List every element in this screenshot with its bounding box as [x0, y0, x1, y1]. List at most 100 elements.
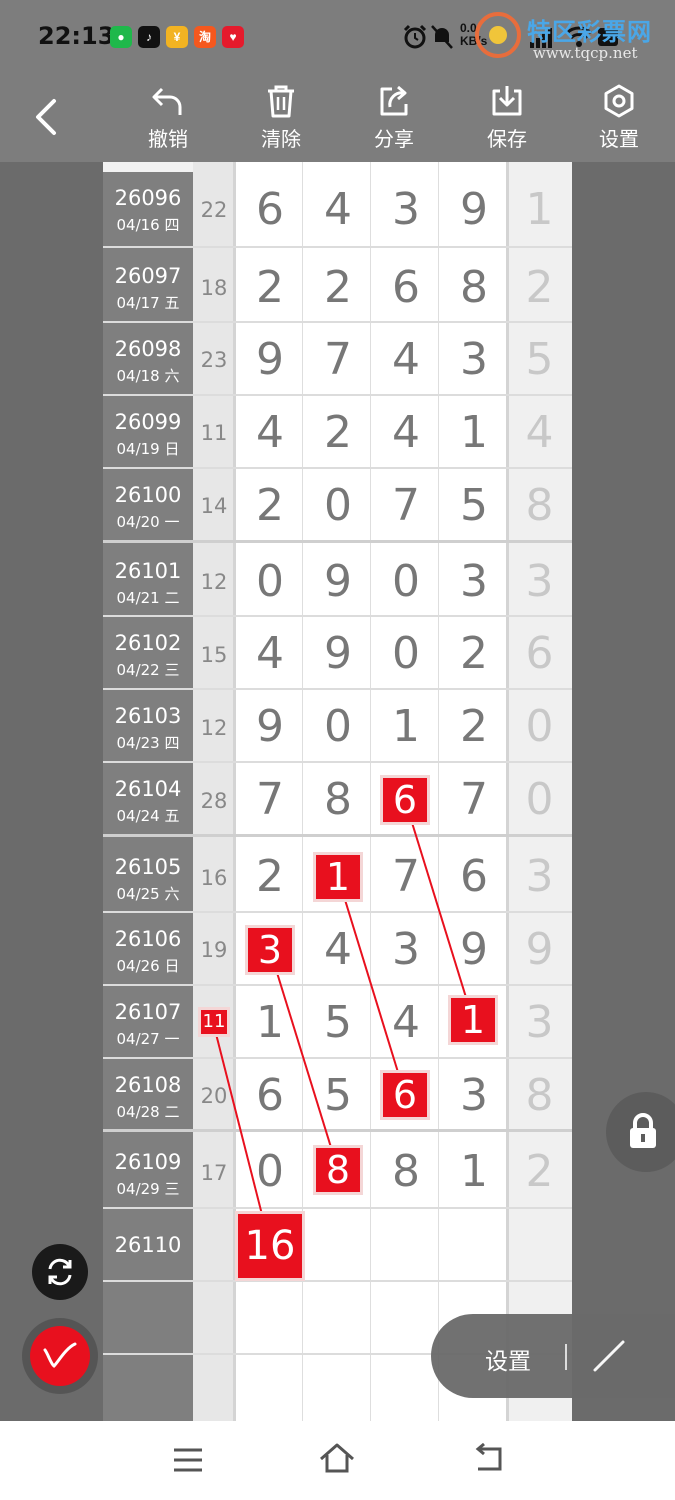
- issue-number: 26102: [114, 631, 182, 655]
- refresh-button[interactable]: [32, 1244, 88, 1300]
- digit-sum: 14: [200, 494, 228, 518]
- digit-cell: 9: [460, 184, 488, 235]
- digit-cell: 2: [460, 628, 488, 679]
- highlighted-digit[interactable]: 3: [248, 928, 292, 972]
- issue-date: 04/24 五: [116, 807, 180, 825]
- coin-app-icon: ¥: [166, 26, 188, 48]
- digit-cell: 2: [256, 262, 284, 313]
- digit-cell: 2: [324, 262, 352, 313]
- highlighted-digit[interactable]: 16: [238, 1214, 302, 1278]
- share-button[interactable]: 分享: [354, 83, 434, 155]
- table-row: 26104 04/24 五 28 7 8 0 7: [103, 763, 572, 837]
- table-row: 26100 04/20 一 14 2 0 7 5 8: [103, 469, 572, 543]
- issue-number: 26101: [114, 559, 182, 583]
- gear-icon: [604, 84, 634, 118]
- pen-tool-active: [30, 1326, 90, 1386]
- clear-button[interactable]: 清除: [241, 83, 321, 155]
- digit-cell: 1: [460, 1146, 488, 1197]
- digit-cell: 7: [392, 851, 420, 902]
- extra-cell: 5: [525, 334, 554, 385]
- extra-cell: 2: [525, 262, 554, 313]
- row-label-bg: [103, 1355, 193, 1421]
- back-button[interactable]: [28, 95, 68, 139]
- extra-cell: 3: [525, 556, 554, 607]
- clock: 22:13: [38, 22, 115, 50]
- digit-cell: 1: [460, 407, 488, 458]
- digit-cell: 7: [256, 774, 284, 825]
- table-row: 26099 04/19 日 11 4 2 4 1 4: [103, 396, 572, 469]
- issue-date: 04/26 日: [116, 957, 180, 975]
- highlighted-sum[interactable]: 11: [201, 1010, 227, 1034]
- digit-sum: 15: [200, 643, 228, 667]
- issue-number: 26108: [114, 1073, 182, 1097]
- download-icon: [492, 86, 522, 116]
- mute-icon: [431, 25, 453, 49]
- row-label-bg: [103, 1282, 193, 1353]
- digit-cell: 8: [392, 1146, 420, 1197]
- table-row: 26110: [103, 1209, 572, 1282]
- trash-icon: [268, 85, 294, 118]
- settings-button[interactable]: 设置: [579, 83, 659, 155]
- issue-date: 04/29 三: [116, 1180, 180, 1198]
- clear-label: 清除: [261, 129, 301, 151]
- issue-date: 04/27 一: [116, 1030, 180, 1048]
- highlighted-digit[interactable]: 6: [383, 778, 427, 822]
- watermark: 特区彩票网 www.tqcp.net: [475, 12, 665, 68]
- issue-number: 26107: [114, 1000, 182, 1024]
- digit-cell: 6: [460, 851, 488, 902]
- highlighted-digit[interactable]: 8: [316, 1148, 360, 1192]
- extra-cell: 9: [525, 924, 554, 975]
- lock-icon: [630, 1113, 656, 1148]
- digit-sum: 16: [200, 866, 228, 890]
- digit-sum: 17: [200, 1161, 228, 1185]
- pen-tool-button[interactable]: [22, 1318, 98, 1394]
- digit-cell: 7: [460, 774, 488, 825]
- digit-cell: 2: [256, 480, 284, 531]
- extra-cell: 0: [525, 774, 554, 825]
- table-row: 26108 04/28 二 20 6 5 3 8: [103, 1059, 572, 1132]
- share-icon: [380, 85, 408, 116]
- undo-button[interactable]: 撤销: [128, 83, 208, 155]
- issue-number: 26106: [114, 927, 182, 951]
- digit-cell: 0: [392, 628, 420, 679]
- line-tool-icon[interactable]: [591, 1338, 627, 1374]
- issue-date: 04/17 五: [116, 294, 180, 312]
- home-icon[interactable]: [318, 1441, 356, 1475]
- digit-sum: 20: [200, 1084, 228, 1108]
- undo-label: 撤销: [148, 129, 188, 151]
- highlighted-digit[interactable]: 6: [383, 1073, 427, 1117]
- digit-cell: 5: [460, 480, 488, 531]
- highlighted-digit[interactable]: 1: [451, 998, 495, 1042]
- tiktok-icon: ♪: [138, 26, 160, 48]
- digit-cell: 0: [324, 480, 352, 531]
- extra-cell: 6: [525, 628, 554, 679]
- watermark-url: www.tqcp.net: [533, 44, 638, 62]
- undo-icon: [152, 87, 182, 115]
- table-row: 26097 04/17 五 18 2 2 6 8 2: [103, 248, 572, 323]
- issue-number: 26098: [114, 337, 182, 361]
- issue-date: 04/16 四: [116, 216, 180, 234]
- share-label: 分享: [374, 129, 414, 151]
- back-nav-icon[interactable]: [470, 1443, 506, 1475]
- back-arrow-icon: [36, 99, 56, 135]
- extra-cell: 4: [525, 407, 554, 458]
- digit-cell: 3: [392, 184, 420, 235]
- highlighted-digit[interactable]: 1: [316, 855, 360, 899]
- save-button[interactable]: 保存: [467, 83, 547, 155]
- issue-date: 04/28 二: [116, 1103, 180, 1121]
- floating-settings-button[interactable]: 设置: [485, 1342, 531, 1376]
- menu-icon[interactable]: [172, 1445, 204, 1475]
- digit-cell: 9: [324, 556, 352, 607]
- table-row: 26103 04/23 四 12 9 0 1 2 0: [103, 690, 572, 763]
- digit-cell: 0: [256, 556, 284, 607]
- digit-cell: 3: [460, 1070, 488, 1121]
- lock-button[interactable]: [606, 1092, 675, 1172]
- digit-cell: 1: [256, 997, 284, 1048]
- digit-sum: 18: [200, 276, 228, 300]
- digit-cell: 0: [324, 701, 352, 752]
- digit-cell: 6: [256, 184, 284, 235]
- table-row: 26096 04/16 四 22 6 4 3 9 1: [103, 172, 572, 248]
- lottery-trend-grid[interactable]: 26096 04/16 四 22 6 4 3 9 1 26097 04/17 五…: [103, 162, 572, 1421]
- digit-cell: 7: [324, 334, 352, 385]
- issue-number: 26103: [114, 704, 182, 728]
